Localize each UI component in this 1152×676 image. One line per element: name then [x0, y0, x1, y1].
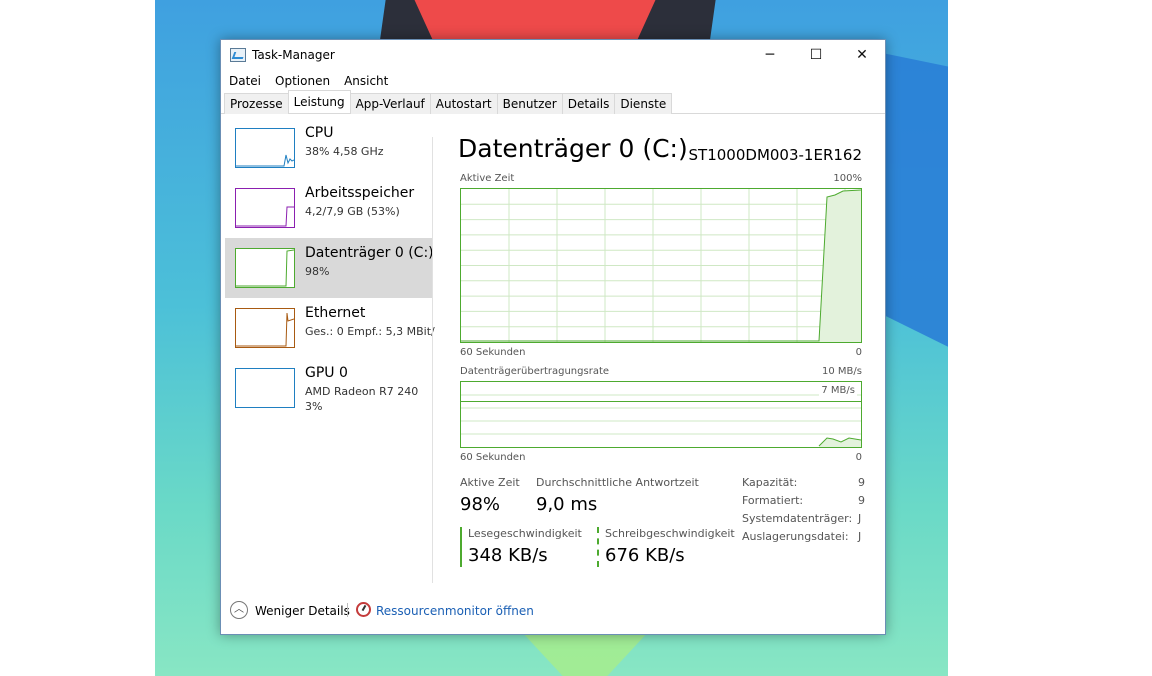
tab-leistung[interactable]: Leistung [287, 90, 351, 113]
menu-datei[interactable]: Datei [229, 74, 261, 88]
resource-item-cpu[interactable]: CPU 38% 4,58 GHz [225, 118, 433, 178]
active-time-value: 98% [460, 494, 501, 515]
menu-optionen[interactable]: Optionen [275, 74, 330, 88]
resource-monitor-icon[interactable] [356, 602, 371, 617]
resource-detail: 38% 4,58 GHz [305, 145, 384, 158]
graph2-label: Datenträgerübertragungsrate [460, 366, 610, 377]
resource-detail: Ges.: 0 Empf.: 5,3 MBit/ [305, 325, 435, 338]
active-time-label: Aktive Zeit [460, 476, 520, 489]
page-title: Datenträger 0 (C:) [458, 134, 688, 163]
task-manager-icon [230, 48, 246, 62]
resource-list: CPU 38% 4,58 GHz Arbeitsspeicher 4,2/7,9… [225, 118, 435, 583]
menu-ansicht[interactable]: Ansicht [344, 74, 388, 88]
task-manager-window: Task-Manager ─ ☐ ✕ Datei Optionen Ansich… [220, 39, 886, 635]
graph2-x-label: 60 Sekunden [460, 452, 526, 463]
active-time-graph [460, 188, 862, 343]
read-speed-indicator [460, 527, 462, 567]
resource-detail: 4,2/7,9 GB (53%) [305, 205, 400, 218]
ethernet-thumbnail-graph [235, 308, 295, 348]
read-speed-label: Lesegeschwindigkeit [468, 527, 582, 540]
resource-name: Arbeitsspeicher [305, 185, 415, 201]
chevron-up-icon[interactable]: ︿ [230, 601, 248, 619]
disk-detail-panel: Datenträger 0 (C:) ST1000DM003-1ER162 Ak… [458, 134, 865, 584]
resource-detail: AMD Radeon R7 240 [305, 385, 419, 398]
footer-separator [347, 603, 348, 617]
property-system-disk: Systemdatenträger: [742, 512, 853, 525]
property-capacity-value: 9 [858, 476, 865, 489]
cpu-thumbnail-graph [235, 128, 295, 168]
resource-detail: 98% [305, 265, 330, 278]
cpu-sparkline [236, 154, 295, 167]
minimize-button[interactable]: ─ [747, 40, 793, 70]
resource-item-ethernet[interactable]: Ethernet Ges.: 0 Empf.: 5,3 MBit/ [225, 298, 435, 358]
property-formatted: Formatiert: [742, 494, 804, 507]
resource-name: GPU 0 [305, 365, 348, 381]
property-capacity: Kapazität: [742, 476, 798, 489]
tab-dienste[interactable]: Dienste [614, 93, 673, 114]
tab-autostart[interactable]: Autostart [429, 93, 498, 114]
memory-sparkline [236, 206, 294, 227]
disk-model: ST1000DM003-1ER162 [688, 146, 862, 164]
resource-item-gpu[interactable]: GPU 0 AMD Radeon R7 240 3% [225, 358, 433, 418]
maximize-button[interactable]: ☐ [793, 40, 839, 70]
resource-detail-2: 3% [305, 400, 323, 413]
tab-details[interactable]: Details [561, 93, 616, 114]
write-speed-indicator [597, 527, 599, 567]
ethernet-sparkline [236, 312, 295, 347]
property-system-disk-value: J [858, 512, 862, 525]
graph1-max-label: 100% [833, 173, 862, 184]
property-formatted-value: 9 [858, 494, 865, 507]
read-speed-value: 348 KB/s [468, 545, 548, 566]
avg-response-label: Durchschnittliche Antwortzeit [536, 476, 699, 489]
write-speed-label: Schreibgeschwindigkeit [605, 527, 735, 540]
graph2-marker-label: 7 MB/s [819, 385, 857, 396]
graph1-x-min: 0 [855, 347, 862, 358]
graph1-x-label: 60 Sekunden [460, 347, 526, 358]
graph1-label: Aktive Zeit [460, 173, 515, 184]
menu-bar: Datei Optionen Ansicht [221, 70, 885, 92]
graph2-x-min: 0 [855, 452, 862, 463]
transfer-rate-chart [461, 394, 861, 447]
disk-thumbnail-graph [235, 248, 295, 288]
tab-prozesse[interactable]: Prozesse [224, 93, 289, 114]
graph2-max-label: 10 MB/s [822, 366, 862, 377]
title-bar[interactable]: Task-Manager ─ ☐ ✕ [221, 40, 885, 70]
transfer-rate-graph: 7 MB/s [460, 381, 862, 448]
tab-bar: Prozesse Leistung App-Verlauf Autostart … [221, 90, 885, 114]
avg-response-value: 9,0 ms [536, 494, 598, 515]
open-resource-monitor-link[interactable]: Ressourcenmonitor öffnen [376, 604, 534, 618]
active-time-chart [461, 189, 861, 342]
property-page-file: Auslagerungsdatei: [742, 530, 849, 543]
resource-name: Datenträger 0 (C:) [305, 245, 434, 261]
tab-app-verlauf[interactable]: App-Verlauf [349, 93, 431, 114]
resource-name: CPU [305, 125, 334, 141]
memory-thumbnail-graph [235, 188, 295, 228]
panel-divider [432, 137, 433, 583]
property-page-file-value: J [858, 530, 862, 543]
footer-bar: ︿ Weniger Details Ressourcenmonitor öffn… [221, 592, 885, 634]
gpu-thumbnail-graph [235, 368, 295, 408]
resource-name: Ethernet [305, 305, 366, 321]
resource-item-disk[interactable]: Datenträger 0 (C:) 98% [225, 238, 434, 298]
fewer-details-link[interactable]: Weniger Details [255, 604, 350, 618]
close-button[interactable]: ✕ [839, 40, 885, 70]
disk-sparkline [236, 249, 295, 287]
tab-benutzer[interactable]: Benutzer [496, 93, 563, 114]
window-title: Task-Manager [252, 48, 335, 62]
write-speed-value: 676 KB/s [605, 545, 685, 566]
resource-item-memory[interactable]: Arbeitsspeicher 4,2/7,9 GB (53%) [225, 178, 433, 238]
